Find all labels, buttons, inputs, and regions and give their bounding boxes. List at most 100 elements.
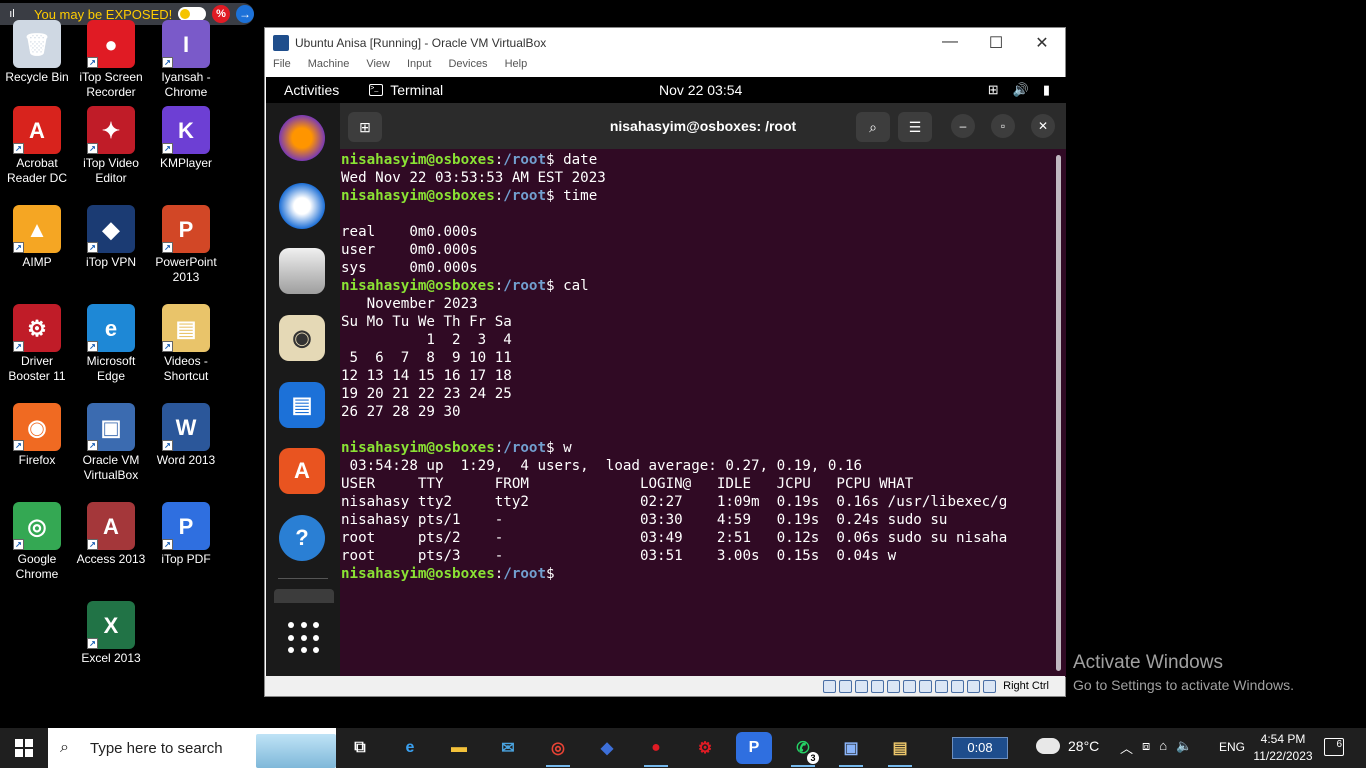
search-highlight-image <box>256 734 336 768</box>
taskbar-clock[interactable]: 4:54 PM 11/22/2023 <box>1250 731 1316 765</box>
weather-widget[interactable]: 28°C <box>1033 734 1099 754</box>
shared-folder-icon[interactable] <box>903 679 917 693</box>
shortcut-arrow-icon: ↗ <box>87 57 98 68</box>
prompt-path: /root <box>503 278 547 294</box>
network-adapter-icon[interactable] <box>871 679 885 693</box>
recording-icon[interactable] <box>935 679 949 693</box>
cpu-icon[interactable] <box>951 679 965 693</box>
desktop-icon[interactable]: ✦ ↗ iTop Video Editor <box>73 106 149 186</box>
desktop-icon[interactable]: K ↗ KMPlayer <box>148 106 224 171</box>
speaker-icon[interactable]: 🔈 <box>1176 738 1192 757</box>
clock[interactable]: Nov 22 03:54 <box>659 82 742 98</box>
start-button[interactable] <box>0 728 48 768</box>
mail-icon[interactable]: ✉ <box>490 732 526 764</box>
menu-machine[interactable]: Machine <box>308 58 350 76</box>
network-icon[interactable]: ⌂ <box>1159 738 1167 757</box>
menu-help[interactable]: Help <box>505 58 528 76</box>
hdd-icon[interactable] <box>823 679 837 693</box>
desktop-icon[interactable]: ▲ ↗ AIMP <box>0 205 75 270</box>
desktop-icon[interactable]: ◆ ↗ iTop VPN <box>73 205 149 270</box>
optical-icon[interactable] <box>839 679 853 693</box>
desktop-icon[interactable]: P ↗ iTop PDF <box>148 502 224 567</box>
desktop-icon[interactable]: W ↗ Word 2013 <box>148 403 224 468</box>
chevron-up-icon[interactable]: ︿ <box>1120 738 1133 757</box>
minimize-button[interactable]: — <box>927 33 973 53</box>
menu-devices[interactable]: Devices <box>448 58 487 76</box>
audio-icon[interactable] <box>855 679 869 693</box>
terminal-maximize-button[interactable]: ▫ <box>991 114 1015 138</box>
desktop-icon[interactable]: I ↗ Iyansah - Chrome <box>148 20 224 100</box>
videos-taskbar-icon[interactable]: ▤ <box>882 732 918 767</box>
maximize-button[interactable]: ☐ <box>973 33 1019 53</box>
mouse-integration-icon[interactable] <box>967 679 981 693</box>
system-tray-icons[interactable]: ︿ ⧈ ⌂ 🔈 <box>1120 738 1192 757</box>
desktop-icon[interactable]: A ↗ Access 2013 <box>73 502 149 567</box>
close-button[interactable]: ✕ <box>1019 33 1065 53</box>
desktop-icon-label: Access 2013 <box>76 552 146 566</box>
chrome-taskbar-icon[interactable]: ◎ <box>540 732 576 767</box>
show-apps-icon[interactable] <box>288 622 320 654</box>
hamburger-menu-button[interactable]: ☰ <box>898 112 932 142</box>
help-icon[interactable]: ? <box>279 515 325 561</box>
guest-screen[interactable]: Activities >_ Terminal Nov 22 03:54 ⊞ 🔊 … <box>266 77 1066 677</box>
prompt-path: /root <box>503 440 547 456</box>
taskbar-search[interactable]: ⌕ Type here to search <box>48 728 336 768</box>
watermark-title: Activate Windows <box>1073 652 1223 673</box>
desktop-icon-label: Acrobat Reader DC <box>6 156 68 185</box>
notification-center-icon[interactable]: 6 <box>1324 738 1344 756</box>
desktop-icon[interactable]: ◎ ↗ Google Chrome <box>0 502 75 582</box>
search-button[interactable]: ⌕ <box>856 112 890 142</box>
keyboard-capture-icon[interactable] <box>983 679 997 693</box>
vpn-toggle[interactable] <box>178 7 206 21</box>
edge-taskbar-icon[interactable]: e <box>392 732 428 764</box>
terminal-output[interactable]: nisahasyim@osboxes:/root$ date Wed Nov 22… <box>340 149 1058 677</box>
usb-icon[interactable] <box>887 679 901 693</box>
file-explorer-icon[interactable]: ▬ <box>441 732 477 764</box>
driver-booster-taskbar-icon[interactable]: ⚙ <box>687 732 723 764</box>
activities-button[interactable]: Activities <box>284 82 339 98</box>
whatsapp-taskbar-icon[interactable]: ✆ 3 <box>785 732 821 767</box>
window-titlebar[interactable]: Ubuntu Anisa [Running] - Oracle VM Virtu… <box>265 28 1065 58</box>
virtualbox-window[interactable]: Ubuntu Anisa [Running] - Oracle VM Virtu… <box>264 27 1066 697</box>
desktop-icon[interactable]: ● ↗ iTop Screen Recorder <box>73 20 149 100</box>
thunderbird-icon[interactable] <box>279 183 325 229</box>
desktop-icon[interactable]: ▤ ↗ Videos - Shortcut <box>148 304 224 384</box>
desktop-icon[interactable]: X ↗ Excel 2013 <box>73 601 149 666</box>
rhythmbox-icon[interactable]: ◉ <box>279 315 325 361</box>
terminal-minimize-button[interactable]: – <box>951 114 975 138</box>
recording-timer[interactable]: 0:08 <box>952 737 1008 759</box>
itop-recorder-taskbar-icon[interactable]: ● <box>638 732 674 767</box>
terminal-close-button[interactable]: ✕ <box>1031 114 1055 138</box>
writer-icon[interactable]: ▤ <box>279 382 325 428</box>
files-icon[interactable] <box>279 248 325 294</box>
app-icon: ✦ ↗ <box>87 106 135 154</box>
desktop-icon[interactable]: ⚙ ↗ Driver Booster 11 <box>0 304 75 384</box>
terminal-command-line: nisahasyim@osboxes:/root$ date <box>341 151 1058 169</box>
app-menu[interactable]: >_ Terminal <box>369 82 443 98</box>
prompt-user: nisahasyim@osboxes <box>341 152 495 168</box>
task-view-icon[interactable]: ⧉ <box>342 732 378 764</box>
terminal-scrollbar[interactable] <box>1056 155 1061 671</box>
desktop-icon[interactable]: P ↗ PowerPoint 2013 <box>148 205 224 285</box>
desktop-icon[interactable]: A ↗ Acrobat Reader DC <box>0 106 75 186</box>
firefox-icon[interactable] <box>279 115 325 161</box>
software-icon[interactable]: A <box>279 448 325 494</box>
notification-count: 6 <box>1336 739 1342 750</box>
itop-pdf-taskbar-icon[interactable]: P <box>736 732 772 764</box>
virtualbox-taskbar-icon[interactable]: ▣ <box>833 732 869 767</box>
display-icon[interactable] <box>919 679 933 693</box>
desktop-icon[interactable]: 🗑 Recycle Bin <box>0 20 75 85</box>
menu-file[interactable]: File <box>273 58 291 76</box>
arrow-right-icon[interactable]: → <box>236 5 254 23</box>
trash-icon[interactable] <box>274 589 334 603</box>
desktop-icon[interactable]: e ↗ Microsoft Edge <box>73 304 149 384</box>
itop-vpn-taskbar-icon[interactable]: ◆ <box>589 732 625 764</box>
prompt-separator: : <box>494 152 504 168</box>
meet-now-icon[interactable]: ⧈ <box>1142 738 1150 757</box>
desktop-icon[interactable]: ▣ ↗ Oracle VM VirtualBox <box>73 403 149 483</box>
input-language[interactable]: ENG <box>1219 740 1245 754</box>
desktop-icon[interactable]: ◉ ↗ Firefox <box>0 403 75 468</box>
menu-input[interactable]: Input <box>407 58 431 76</box>
menu-view[interactable]: View <box>366 58 390 76</box>
system-tray[interactable]: ⊞ 🔊 ▮ <box>988 82 1050 98</box>
